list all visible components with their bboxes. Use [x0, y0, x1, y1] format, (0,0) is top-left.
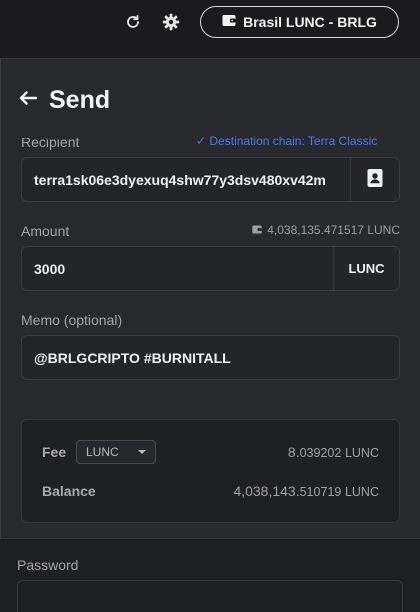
address-book-icon	[366, 168, 384, 191]
gear-icon[interactable]	[160, 11, 182, 33]
balance-amount-decimals: 510719	[299, 485, 342, 499]
available-balance-text: 4,038,135.471517 LUNC	[267, 223, 400, 237]
fee-denom-value: LUNC	[86, 445, 119, 459]
wallet-small-icon	[252, 223, 262, 237]
wallet-label: Brasil LUNC - BRLG	[243, 14, 377, 30]
available-balance: 4,038,135.471517 LUNC	[252, 223, 400, 237]
fee-amount-denom: LUNC	[344, 446, 379, 460]
balance-label: Balance	[42, 483, 96, 499]
fee-summary: Fee LUNC 8.039202 LUNC Balance 4,038,143…	[21, 419, 400, 523]
amount-denom: LUNC	[333, 247, 399, 290]
amount-label: Amount	[21, 223, 70, 239]
balance-amount-main: 4,038,143.	[233, 483, 300, 499]
recipient-input[interactable]: terra1sk06e3dyexuq4shw77y3dsv480xv42m	[22, 172, 350, 188]
panel-edge	[0, 58, 1, 612]
password-label: Password	[17, 557, 79, 573]
wallet-selector-button[interactable]: Brasil LUNC - BRLG	[200, 6, 399, 38]
recipient-field[interactable]: terra1sk06e3dyexuq4shw77y3dsv480xv42m	[21, 157, 400, 202]
wallet-icon	[222, 14, 236, 30]
arrow-left-icon[interactable]	[18, 90, 38, 111]
memo-input[interactable]: @BRLGCRIPTO #BURNITALL	[22, 350, 399, 366]
amount-field[interactable]: 3000 LUNC	[21, 246, 400, 291]
password-input[interactable]	[17, 580, 403, 612]
balance-amount: 4,038,143.510719 LUNC	[233, 483, 379, 499]
fee-amount: 8.039202 LUNC	[288, 444, 379, 460]
page-title: Send	[49, 86, 111, 114]
memo-field[interactable]: @BRLGCRIPTO #BURNITALL	[21, 335, 400, 380]
destination-chain-hint: ✓ Destination chain: Terra Classic	[196, 134, 378, 148]
top-bar: Brasil LUNC - BRLG	[0, 0, 420, 44]
fee-denom-select[interactable]: LUNC	[76, 440, 156, 464]
address-book-button[interactable]	[350, 158, 399, 201]
fee-label: Fee	[42, 444, 67, 460]
fee-amount-main: 8.	[287, 444, 300, 460]
refresh-icon[interactable]	[122, 11, 144, 33]
memo-label: Memo (optional)	[21, 312, 123, 328]
page-header: Send	[18, 86, 110, 115]
balance-amount-denom: LUNC	[344, 485, 379, 499]
fee-amount-decimals: 039202	[299, 446, 342, 460]
amount-input[interactable]: 3000	[22, 261, 333, 277]
chevron-down-icon	[138, 450, 146, 454]
